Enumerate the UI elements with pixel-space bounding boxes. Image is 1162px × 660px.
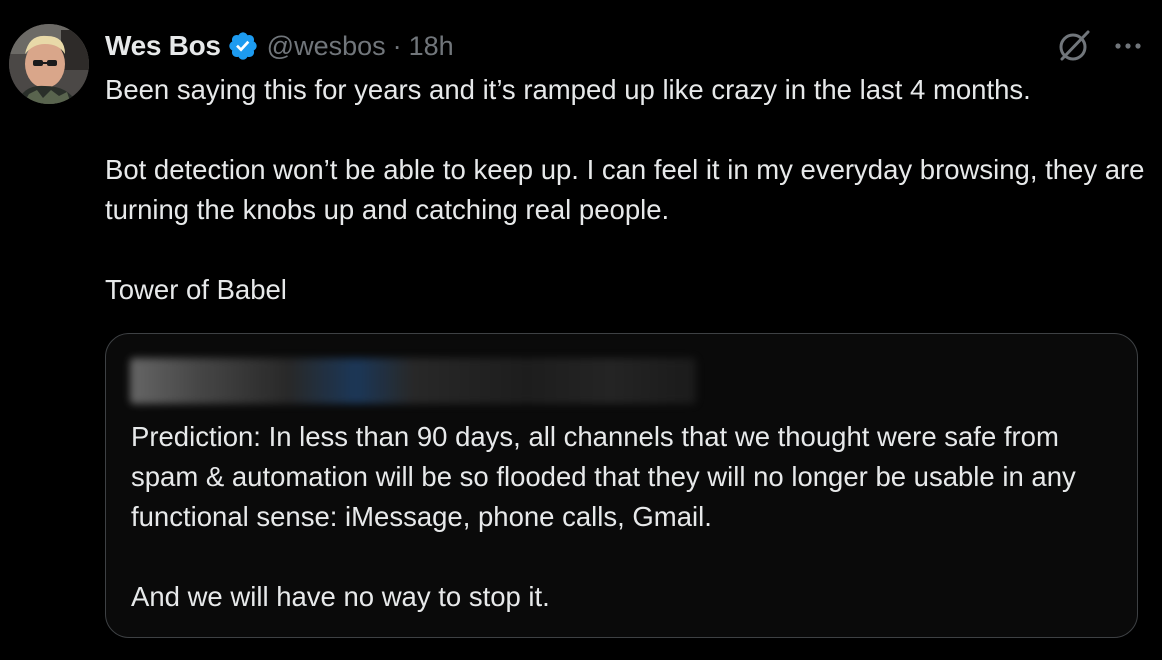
avatar[interactable] xyxy=(9,24,89,104)
grok-icon[interactable] xyxy=(1056,28,1092,64)
author-handle[interactable]: @wesbos xyxy=(267,31,386,62)
quoted-tweet[interactable]: Prediction: In less than 90 days, all ch… xyxy=(105,333,1138,638)
tweet-paragraph: Tower of Babel xyxy=(105,274,287,305)
tweet-paragraph: Been saying this for years and it’s ramp… xyxy=(105,74,1031,105)
avatar-image xyxy=(9,24,89,104)
quoted-author-redacted xyxy=(130,358,696,404)
quoted-tweet-text: Prediction: In less than 90 days, all ch… xyxy=(131,417,1121,617)
verified-badge-icon[interactable] xyxy=(227,30,259,62)
tweet-paragraph: Bot detection won’t be able to keep up. … xyxy=(105,154,1145,225)
tweet-actions xyxy=(1056,26,1142,66)
tweet-header: Wes Bos @wesbos · 18h xyxy=(105,26,454,66)
timestamp[interactable]: 18h xyxy=(409,31,454,62)
tweet[interactable]: Wes Bos @wesbos · 18h Been saying this f… xyxy=(0,0,1162,660)
author-display-name[interactable]: Wes Bos xyxy=(105,30,221,62)
quoted-paragraph: And we will have no way to stop it. xyxy=(131,581,550,612)
tweet-text: Been saying this for years and it’s ramp… xyxy=(105,70,1150,310)
more-horizontal-icon[interactable] xyxy=(1114,32,1142,60)
separator: · xyxy=(392,30,402,61)
quoted-paragraph: Prediction: In less than 90 days, all ch… xyxy=(131,421,1076,532)
